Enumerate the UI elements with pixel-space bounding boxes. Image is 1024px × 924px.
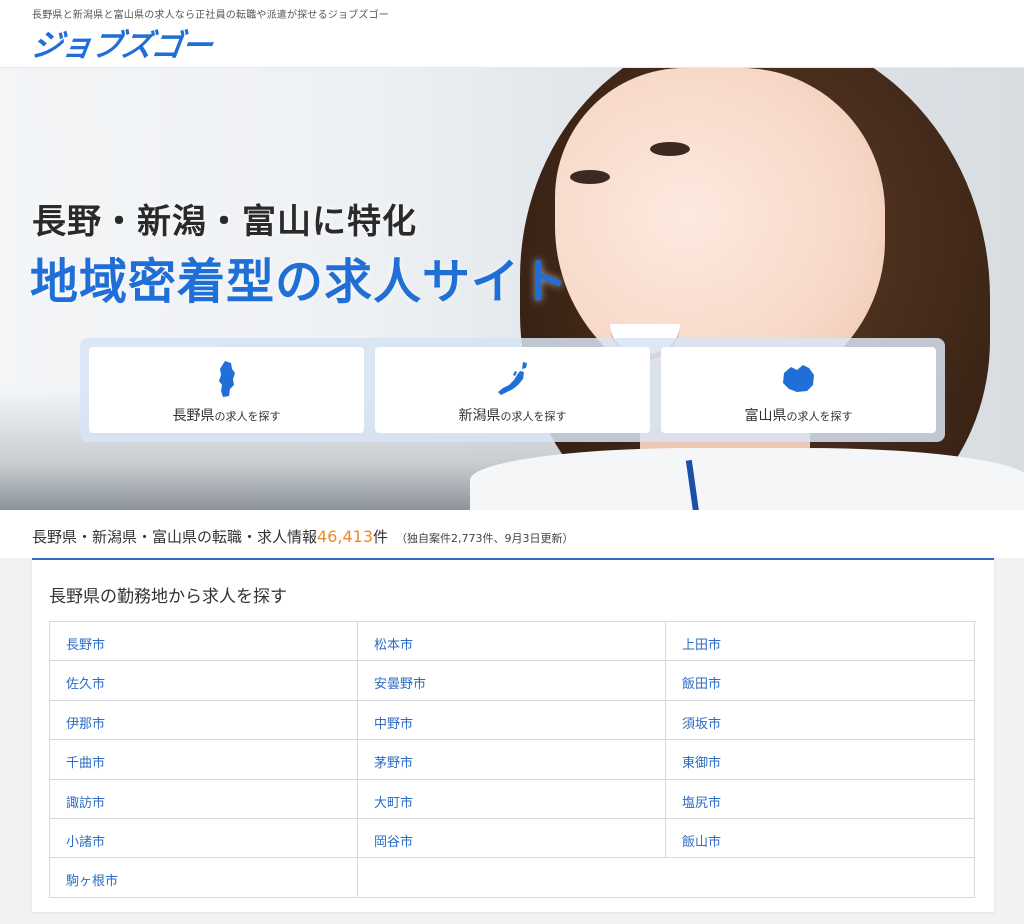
city-link[interactable]: 岡谷市 (358, 818, 666, 859)
city-link[interactable]: 諏訪市 (50, 779, 358, 819)
hero-title: 地域密着型の求人サイト (30, 254, 570, 310)
city-link[interactable]: 松本市 (358, 622, 666, 662)
job-count-unit: 件 (373, 528, 389, 546)
site-header: 長野県と新潟県と富山県の求人なら正社員の転職や派遣が探せるジョブズゴー ジョブズ… (0, 0, 1024, 68)
prefecture-label-toyama: 富山県の求人を探す (744, 408, 853, 424)
job-count-text: 長野県・新潟県・富山県の転職・求人情報46,413件 （独自案件2,773件、9月… (32, 526, 574, 547)
city-link[interactable]: 長野市 (50, 622, 358, 662)
hero-photo-eye (650, 142, 690, 156)
prefecture-button-nagano[interactable]: 長野県の求人を探す (89, 347, 364, 433)
city-link[interactable]: 須坂市 (666, 700, 975, 741)
city-link[interactable]: 小諸市 (50, 818, 358, 859)
site-tagline: 長野県と新潟県と富山県の求人なら正社員の転職や派遣が探せるジョブズゴー (32, 10, 389, 21)
prefecture-button-toyama[interactable]: 富山県の求人を探す (661, 347, 936, 433)
job-count-bar: 長野県・新潟県・富山県の転職・求人情報46,413件 （独自案件2,773件、9月… (0, 510, 1024, 558)
hero-banner: 長野・新潟・富山に特化 地域密着型の求人サイト 長野県の求人を探す 新潟県の求人… (0, 68, 1024, 510)
niigata-map-icon (497, 362, 527, 395)
city-link[interactable]: 大町市 (358, 779, 666, 819)
city-link[interactable]: 伊那市 (50, 700, 358, 741)
hero-subtitle: 長野・新潟・富山に特化 (32, 202, 417, 242)
city-link[interactable]: 飯山市 (666, 818, 975, 859)
city-link[interactable]: 飯田市 (666, 661, 975, 701)
prefecture-selector: 長野県の求人を探す 新潟県の求人を探す 富山県の求人を探す (80, 338, 945, 442)
hero-photo-eye (570, 170, 610, 184)
city-link[interactable]: 上田市 (666, 622, 975, 662)
city-grid-empty-cell (358, 858, 975, 898)
hero-photo-shirt (470, 448, 1024, 510)
city-link[interactable]: 東御市 (666, 740, 975, 780)
job-count-note: （独自案件2,773件、9月3日更新） (396, 532, 574, 545)
nagano-map-icon (218, 361, 235, 397)
site-logo[interactable]: ジョブズゴー (29, 20, 215, 65)
prefecture-label-niigata: 新潟県の求人を探す (458, 408, 567, 424)
city-link[interactable]: 駒ヶ根市 (50, 858, 358, 898)
toyama-map-icon (782, 365, 814, 392)
city-link[interactable]: 中野市 (358, 700, 666, 741)
job-count-prefix: 長野県・新潟県・富山県の転職・求人情報 (32, 528, 318, 546)
city-link[interactable]: 茅野市 (358, 740, 666, 780)
area-search-title: 長野県の勤務地から求人を探す (49, 587, 287, 607)
job-count-number: 46,413 (317, 527, 373, 546)
prefecture-label-nagano: 長野県の求人を探す (172, 408, 281, 424)
prefecture-button-niigata[interactable]: 新潟県の求人を探す (375, 347, 650, 433)
area-search-section: 長野県の勤務地から求人を探す 長野市 松本市 上田市 佐久市 安曇野市 飯田市 … (32, 558, 994, 912)
city-grid: 長野市 松本市 上田市 佐久市 安曇野市 飯田市 伊那市 中野市 須坂市 千曲市… (49, 621, 976, 898)
city-link[interactable]: 佐久市 (50, 661, 358, 701)
city-link[interactable]: 塩尻市 (666, 779, 975, 819)
city-link[interactable]: 安曇野市 (358, 661, 666, 701)
city-link[interactable]: 千曲市 (50, 740, 358, 780)
